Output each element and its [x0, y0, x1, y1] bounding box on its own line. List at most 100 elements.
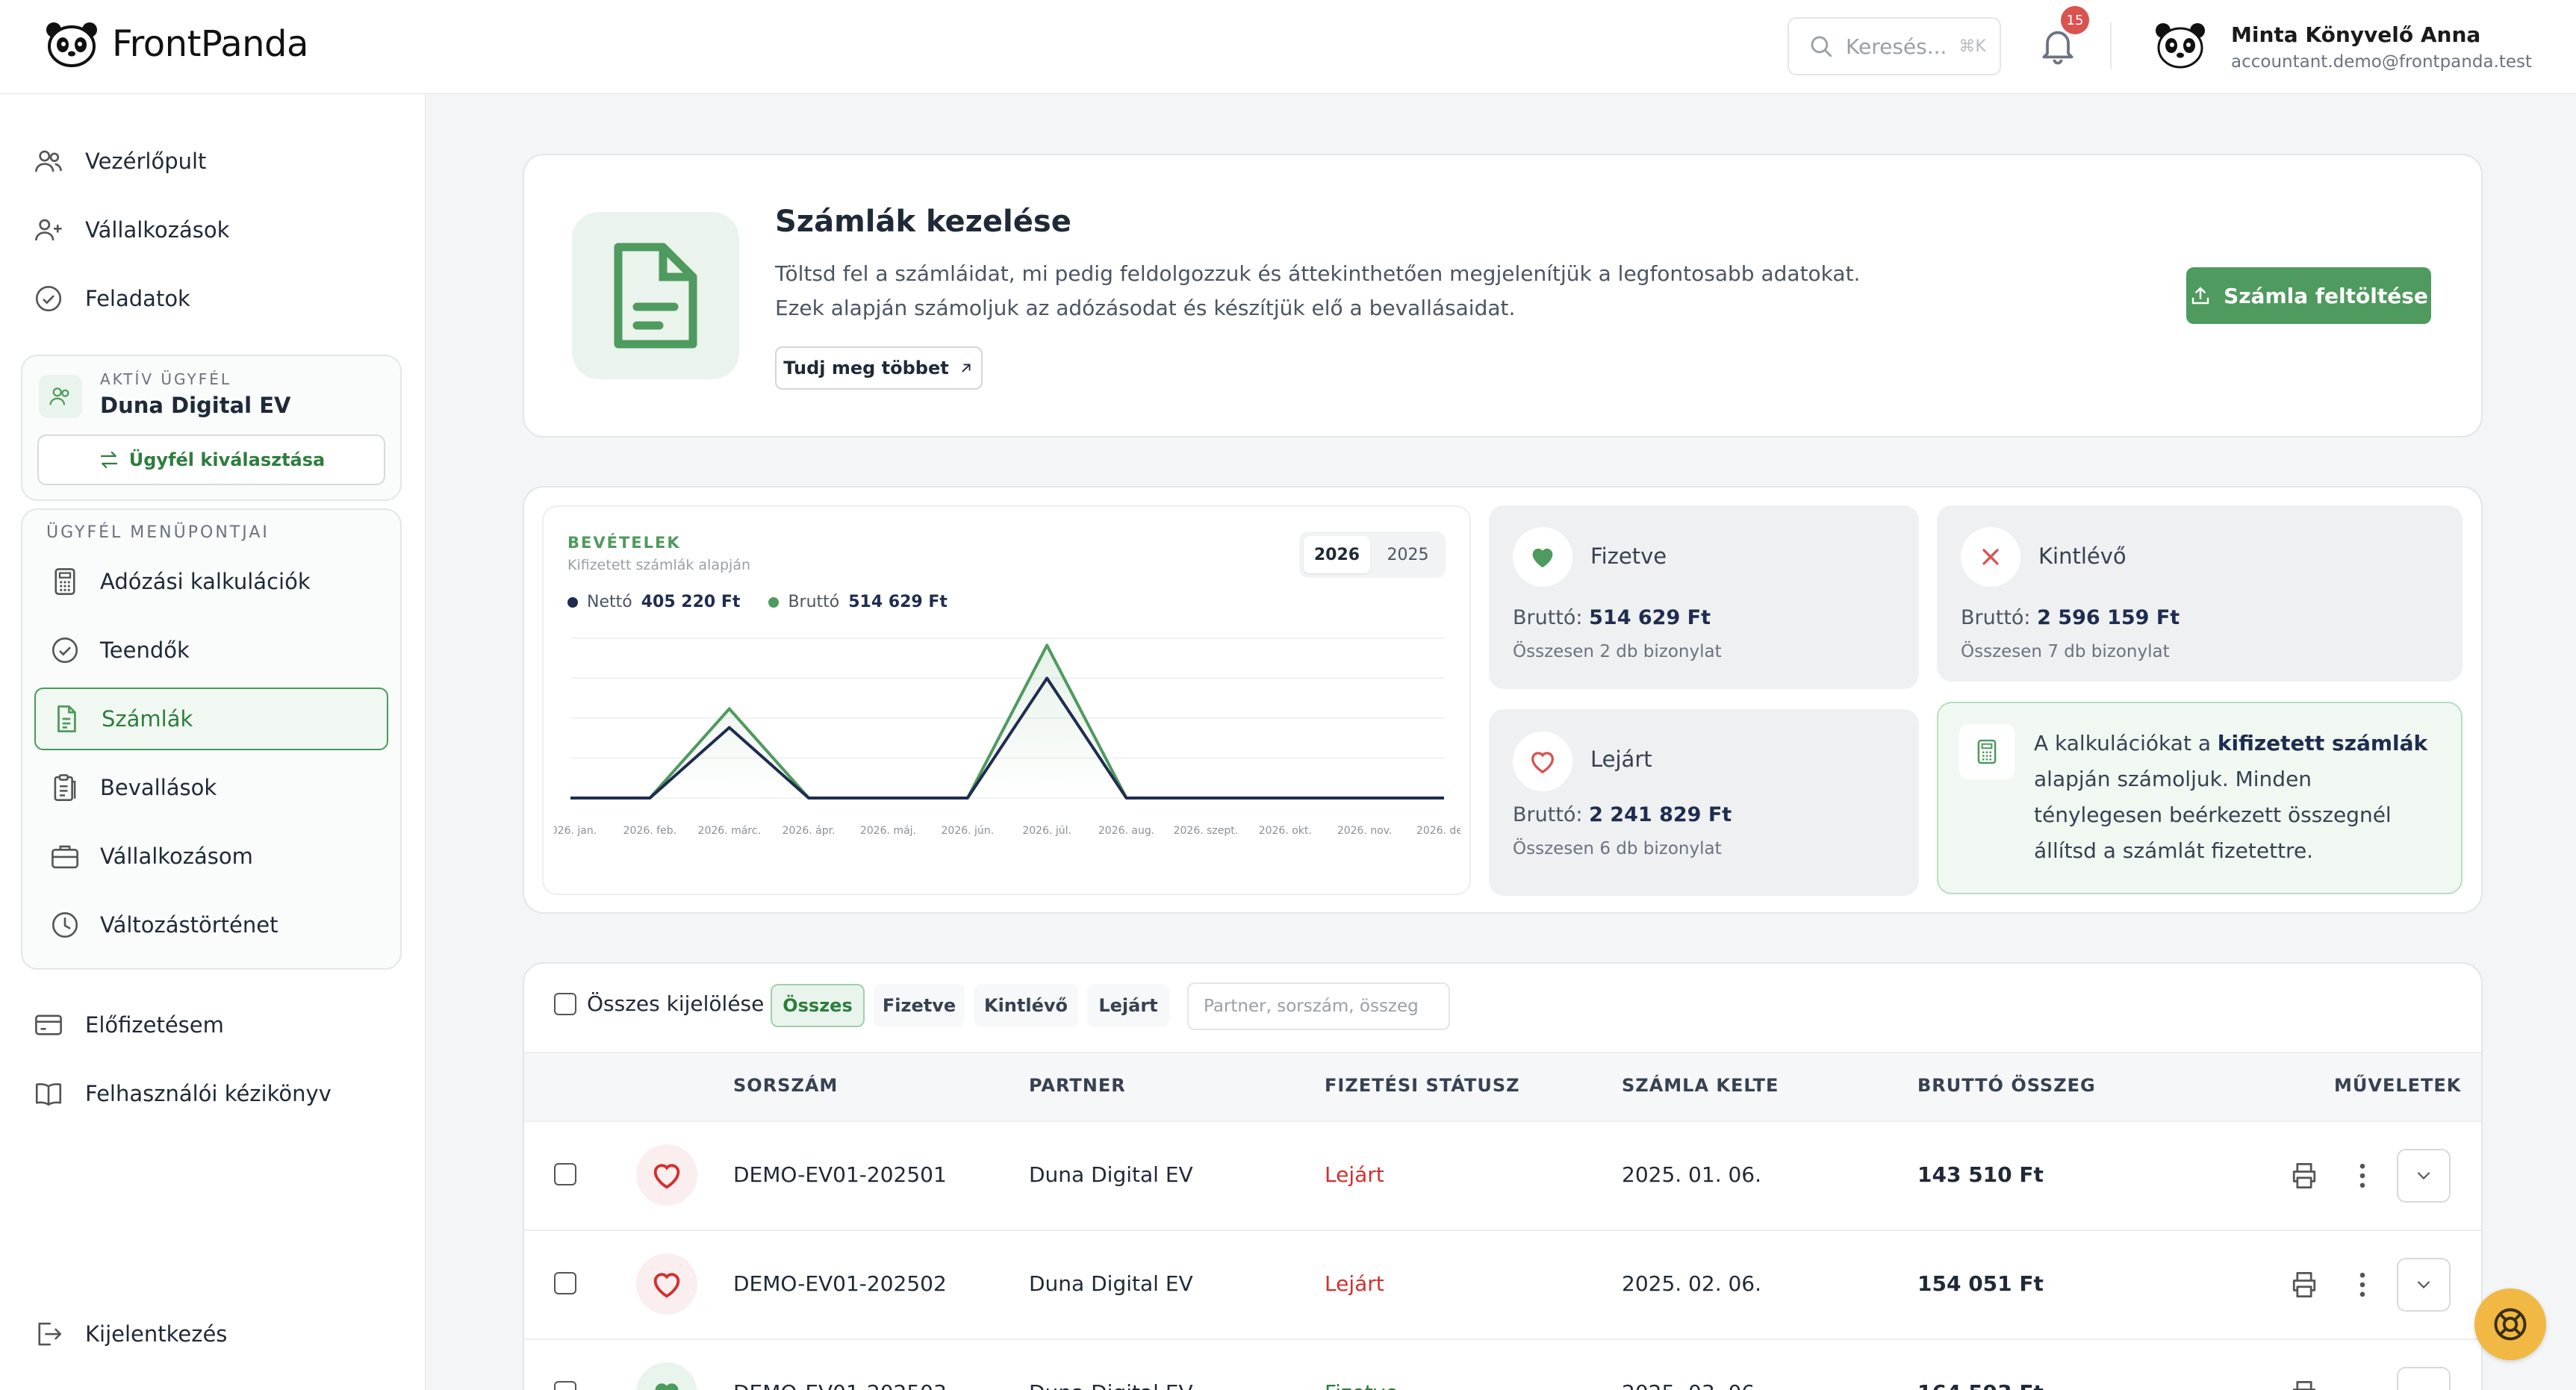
row-partner: Duna Digital EV	[1029, 1162, 1193, 1187]
upload-icon	[2191, 287, 2209, 305]
row-number[interactable]: DEMO-EV01-202503	[733, 1380, 947, 1390]
filter-paid[interactable]: Fizetve	[874, 984, 965, 1027]
sidebar-item-label: Bevallások	[100, 775, 217, 800]
global-search[interactable]: Keresés... ⌘K	[1788, 17, 2001, 75]
legend-net-dot	[567, 596, 578, 608]
select-client-button[interactable]: Ügyfél kiválasztása	[37, 434, 385, 485]
more-vertical-icon[interactable]	[2355, 1268, 2370, 1301]
sidebar-item-tasks[interactable]: Feladatok	[33, 272, 190, 325]
x-tick-label: 2026. szept.	[1174, 825, 1239, 837]
sidebar-item-todos[interactable]: Teendők	[34, 619, 388, 682]
x-tick-label: 2026. júl.	[1022, 825, 1071, 837]
client-menu-label: ÜGYFÉL MENÜPONTJAI	[46, 523, 270, 542]
credit-card-icon	[35, 1015, 62, 1035]
search-placeholder: Keresés...	[1846, 34, 1947, 59]
sidebar-item-manual[interactable]: Felhasználói kézikönyv	[33, 1068, 332, 1120]
col-payment-status[interactable]: FIZETÉSI STÁTUSZ	[1325, 1075, 1520, 1096]
stat-outstanding-count: Összesen 7 db bizonylat	[1961, 642, 2170, 661]
col-gross-amount[interactable]: BRUTTÓ ÖSSZEG	[1917, 1075, 2096, 1096]
row-gross: 164 593 Ft	[1917, 1380, 2044, 1390]
learn-more-label: Tudj meg többet	[783, 358, 949, 378]
select-all[interactable]: Összes kijelölése	[554, 991, 764, 1016]
filter-all[interactable]: Összes	[771, 984, 865, 1027]
col-actions: MŰVELETEK	[2334, 1075, 2462, 1096]
stat-paid-gross: Bruttó: 514 629 Ft	[1513, 606, 1711, 629]
chart-legend: Nettó 405 220 Ft Bruttó 514 629 Ft	[567, 593, 948, 611]
upload-invoice-button[interactable]: Számla feltöltése	[2186, 267, 2431, 324]
clipboard-icon	[54, 774, 76, 801]
row-status-icon	[636, 1253, 697, 1315]
info-icon-wrap	[1959, 724, 2015, 779]
calculator-icon	[55, 568, 75, 595]
x-tick-label: 2026. aug.	[1098, 825, 1154, 837]
row-status: Lejárt	[1325, 1162, 1384, 1187]
row-number[interactable]: DEMO-EV01-202501	[733, 1162, 947, 1187]
sidebar-item-invoices[interactable]: Számlák	[34, 688, 388, 750]
x-tick-label: 2026. nov.	[1337, 825, 1393, 837]
stat-outstanding-gross-label: Bruttó:	[1961, 606, 2031, 629]
sidebar-item-my-business[interactable]: Vállalkozásom	[34, 825, 388, 888]
select-client-label: Ügyfél kiválasztása	[128, 449, 326, 470]
legend-net-label: Nettó	[587, 593, 632, 611]
user-plus-icon	[35, 219, 62, 241]
sidebar-item-subscription[interactable]: Előfizetésem	[33, 999, 224, 1051]
row-number[interactable]: DEMO-EV01-202502	[733, 1271, 947, 1296]
x-tick-label: 2026. feb.	[623, 825, 676, 837]
expand-row-button[interactable]	[2397, 1258, 2451, 1312]
chevron-down-icon	[2417, 1172, 2430, 1179]
user-name[interactable]: Minta Könyvelő Anna	[2231, 22, 2480, 47]
legend-net-total: 405 220 Ft	[641, 593, 741, 611]
stat-paid-gross-value: 514 629 Ft	[1589, 606, 1711, 629]
sidebar-item-label: Adózási kalkulációk	[100, 569, 311, 594]
table-search-input[interactable]: Partner, sorszám, összeg	[1187, 982, 1450, 1030]
calculation-info-text: A kalkulációkat a kifizetett számlák ala…	[2034, 726, 2446, 869]
row-checkbox[interactable]	[554, 1163, 576, 1185]
learn-more-button[interactable]: Tudj meg többet	[775, 346, 983, 390]
stat-overdue-gross: Bruttó: 2 241 829 Ft	[1513, 803, 1732, 826]
print-icon[interactable]	[2288, 1268, 2321, 1301]
page-description: Töltsd fel a számláidat, mi pedig feldol…	[775, 261, 1861, 286]
logout-button[interactable]: Kijelentkezés	[33, 1308, 227, 1360]
brand-logo[interactable]: FrontPanda	[45, 21, 308, 67]
print-icon[interactable]	[2288, 1159, 2321, 1192]
select-all-checkbox[interactable]	[554, 992, 576, 1015]
sidebar-item-dashboard[interactable]: Vezérlőpult	[33, 135, 206, 187]
expand-row-button[interactable]	[2397, 1367, 2451, 1390]
legend-gross-total: 514 629 Ft	[848, 593, 948, 611]
row-status: Lejárt	[1325, 1271, 1384, 1296]
stat-outstanding-name: Kintlévő	[2038, 543, 2127, 569]
heart-outline-icon	[653, 1164, 680, 1189]
sidebar-item-history[interactable]: Változástörténet	[34, 894, 388, 956]
col-invoice-date[interactable]: SZÁMLA KELTE	[1622, 1075, 1779, 1096]
print-icon[interactable]	[2288, 1377, 2321, 1390]
sidebar-item-label: Számlák	[102, 706, 193, 732]
sidebar-item-businesses[interactable]: Vállalkozások	[33, 204, 229, 256]
invoice-document-tile	[572, 212, 739, 379]
calculator-icon	[1977, 739, 1997, 764]
x-tick-label: 2026. máj.	[860, 825, 916, 837]
filter-outstanding[interactable]: Kintlévő	[974, 984, 1078, 1027]
stat-paid-count: Összesen 2 db bizonylat	[1513, 642, 1722, 661]
select-all-label: Összes kijelölése	[587, 991, 765, 1016]
stat-overdue-name: Lejárt	[1590, 747, 1652, 772]
avatar[interactable]	[2153, 21, 2207, 70]
row-checkbox[interactable]	[554, 1272, 576, 1294]
more-vertical-icon[interactable]	[2355, 1159, 2370, 1192]
sidebar-item-label: Felhasználói kézikönyv	[85, 1081, 332, 1106]
sidebar-item-tax-calculations[interactable]: Adózási kalkulációk	[34, 550, 388, 613]
x-tick-label: 2026. jún.	[942, 825, 995, 837]
x-tick-label: 2026. dec.	[1416, 825, 1460, 837]
close-icon	[1982, 549, 1999, 565]
help-button[interactable]	[2474, 1288, 2546, 1360]
col-partner[interactable]: PARTNER	[1029, 1075, 1126, 1096]
filter-overdue[interactable]: Lejárt	[1087, 984, 1169, 1027]
tab-year-2025[interactable]: 2025	[1375, 536, 1441, 573]
sidebar-item-label: Előfizetésem	[85, 1012, 224, 1038]
sidebar-item-declarations[interactable]: Bevallások	[34, 756, 388, 819]
col-number[interactable]: SORSZÁM	[733, 1075, 838, 1096]
row-gross: 143 510 Ft	[1917, 1162, 2044, 1187]
upload-label: Számla feltöltése	[2224, 283, 2428, 308]
tab-year-2026[interactable]: 2026	[1304, 536, 1370, 573]
expand-row-button[interactable]	[2397, 1149, 2451, 1203]
row-checkbox[interactable]	[554, 1381, 576, 1390]
